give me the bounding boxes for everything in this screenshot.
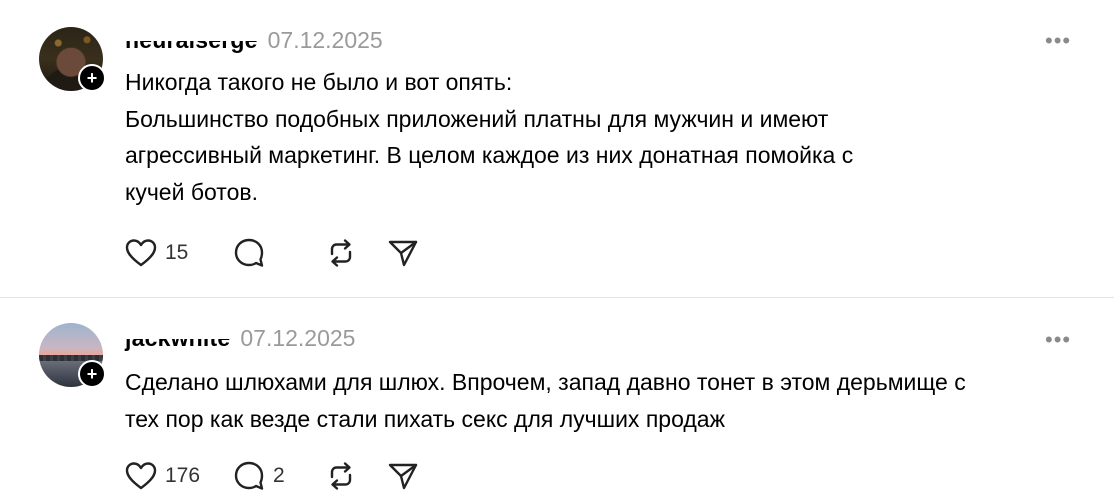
follow-plus-icon[interactable]: + <box>78 64 106 92</box>
avatar-container[interactable]: + <box>39 323 106 389</box>
post-actions: 15 <box>125 236 427 270</box>
more-options-icon[interactable]: ••• <box>1045 329 1071 351</box>
like-button[interactable]: 15 <box>125 236 233 270</box>
thread-post: + neuralserge 07.12.2025 ••• Никогда так… <box>0 0 1114 297</box>
comment-button[interactable] <box>233 236 325 270</box>
post-text-line: кучей ботов. <box>125 178 258 205</box>
thread-post: + jackwhite 07.12.2025 ••• Сделано шлюха… <box>0 298 1114 497</box>
more-options-icon[interactable]: ••• <box>1045 30 1071 52</box>
post-header: jackwhite 07.12.2025 <box>122 325 356 352</box>
share-button[interactable] <box>387 459 427 493</box>
post-text-line: Большинство подобных приложений платны д… <box>125 105 829 132</box>
repost-icon <box>330 462 352 490</box>
post-date: 07.12.2025 <box>240 325 356 351</box>
post-text-line: Сделано шлюхами для шлюх. Впрочем, запад… <box>125 369 966 395</box>
comment-bubble-icon <box>234 238 264 267</box>
comment-button[interactable]: 2 <box>233 459 325 493</box>
post-text: Никогда такого не было и вот опять: Боль… <box>125 64 1085 210</box>
post-date: 07.12.2025 <box>267 27 383 53</box>
post-text-line: агрессивный маркетинг. В целом каждое из… <box>125 142 854 168</box>
repost-icon <box>330 239 352 267</box>
avatar-container[interactable]: + <box>39 27 106 93</box>
follow-plus-icon[interactable]: + <box>78 360 106 388</box>
share-button[interactable] <box>387 236 427 270</box>
like-count: 15 <box>165 241 189 264</box>
repost-button[interactable] <box>325 236 387 270</box>
send-icon <box>388 240 418 267</box>
post-header: neuralserge 07.12.2025 <box>123 27 383 54</box>
repost-button[interactable] <box>325 459 387 493</box>
like-count: 176 <box>165 464 201 487</box>
username[interactable]: neuralserge <box>123 27 260 54</box>
post-text-line: тех пор как везде стали пихать секс для … <box>125 405 725 432</box>
like-button[interactable]: 176 <box>125 459 233 493</box>
comment-bubble-icon <box>234 461 264 490</box>
post-text-line: Никогда такого не было и вот опять: <box>125 69 513 95</box>
heart-icon <box>125 462 157 490</box>
comment-count: 2 <box>273 464 285 487</box>
post-text: Сделано шлюхами для шлюх. Впрочем, запад… <box>125 364 1085 437</box>
send-icon <box>388 463 418 490</box>
username[interactable]: jackwhite <box>122 325 233 352</box>
heart-icon <box>125 239 157 267</box>
post-actions: 176 2 <box>125 459 427 493</box>
